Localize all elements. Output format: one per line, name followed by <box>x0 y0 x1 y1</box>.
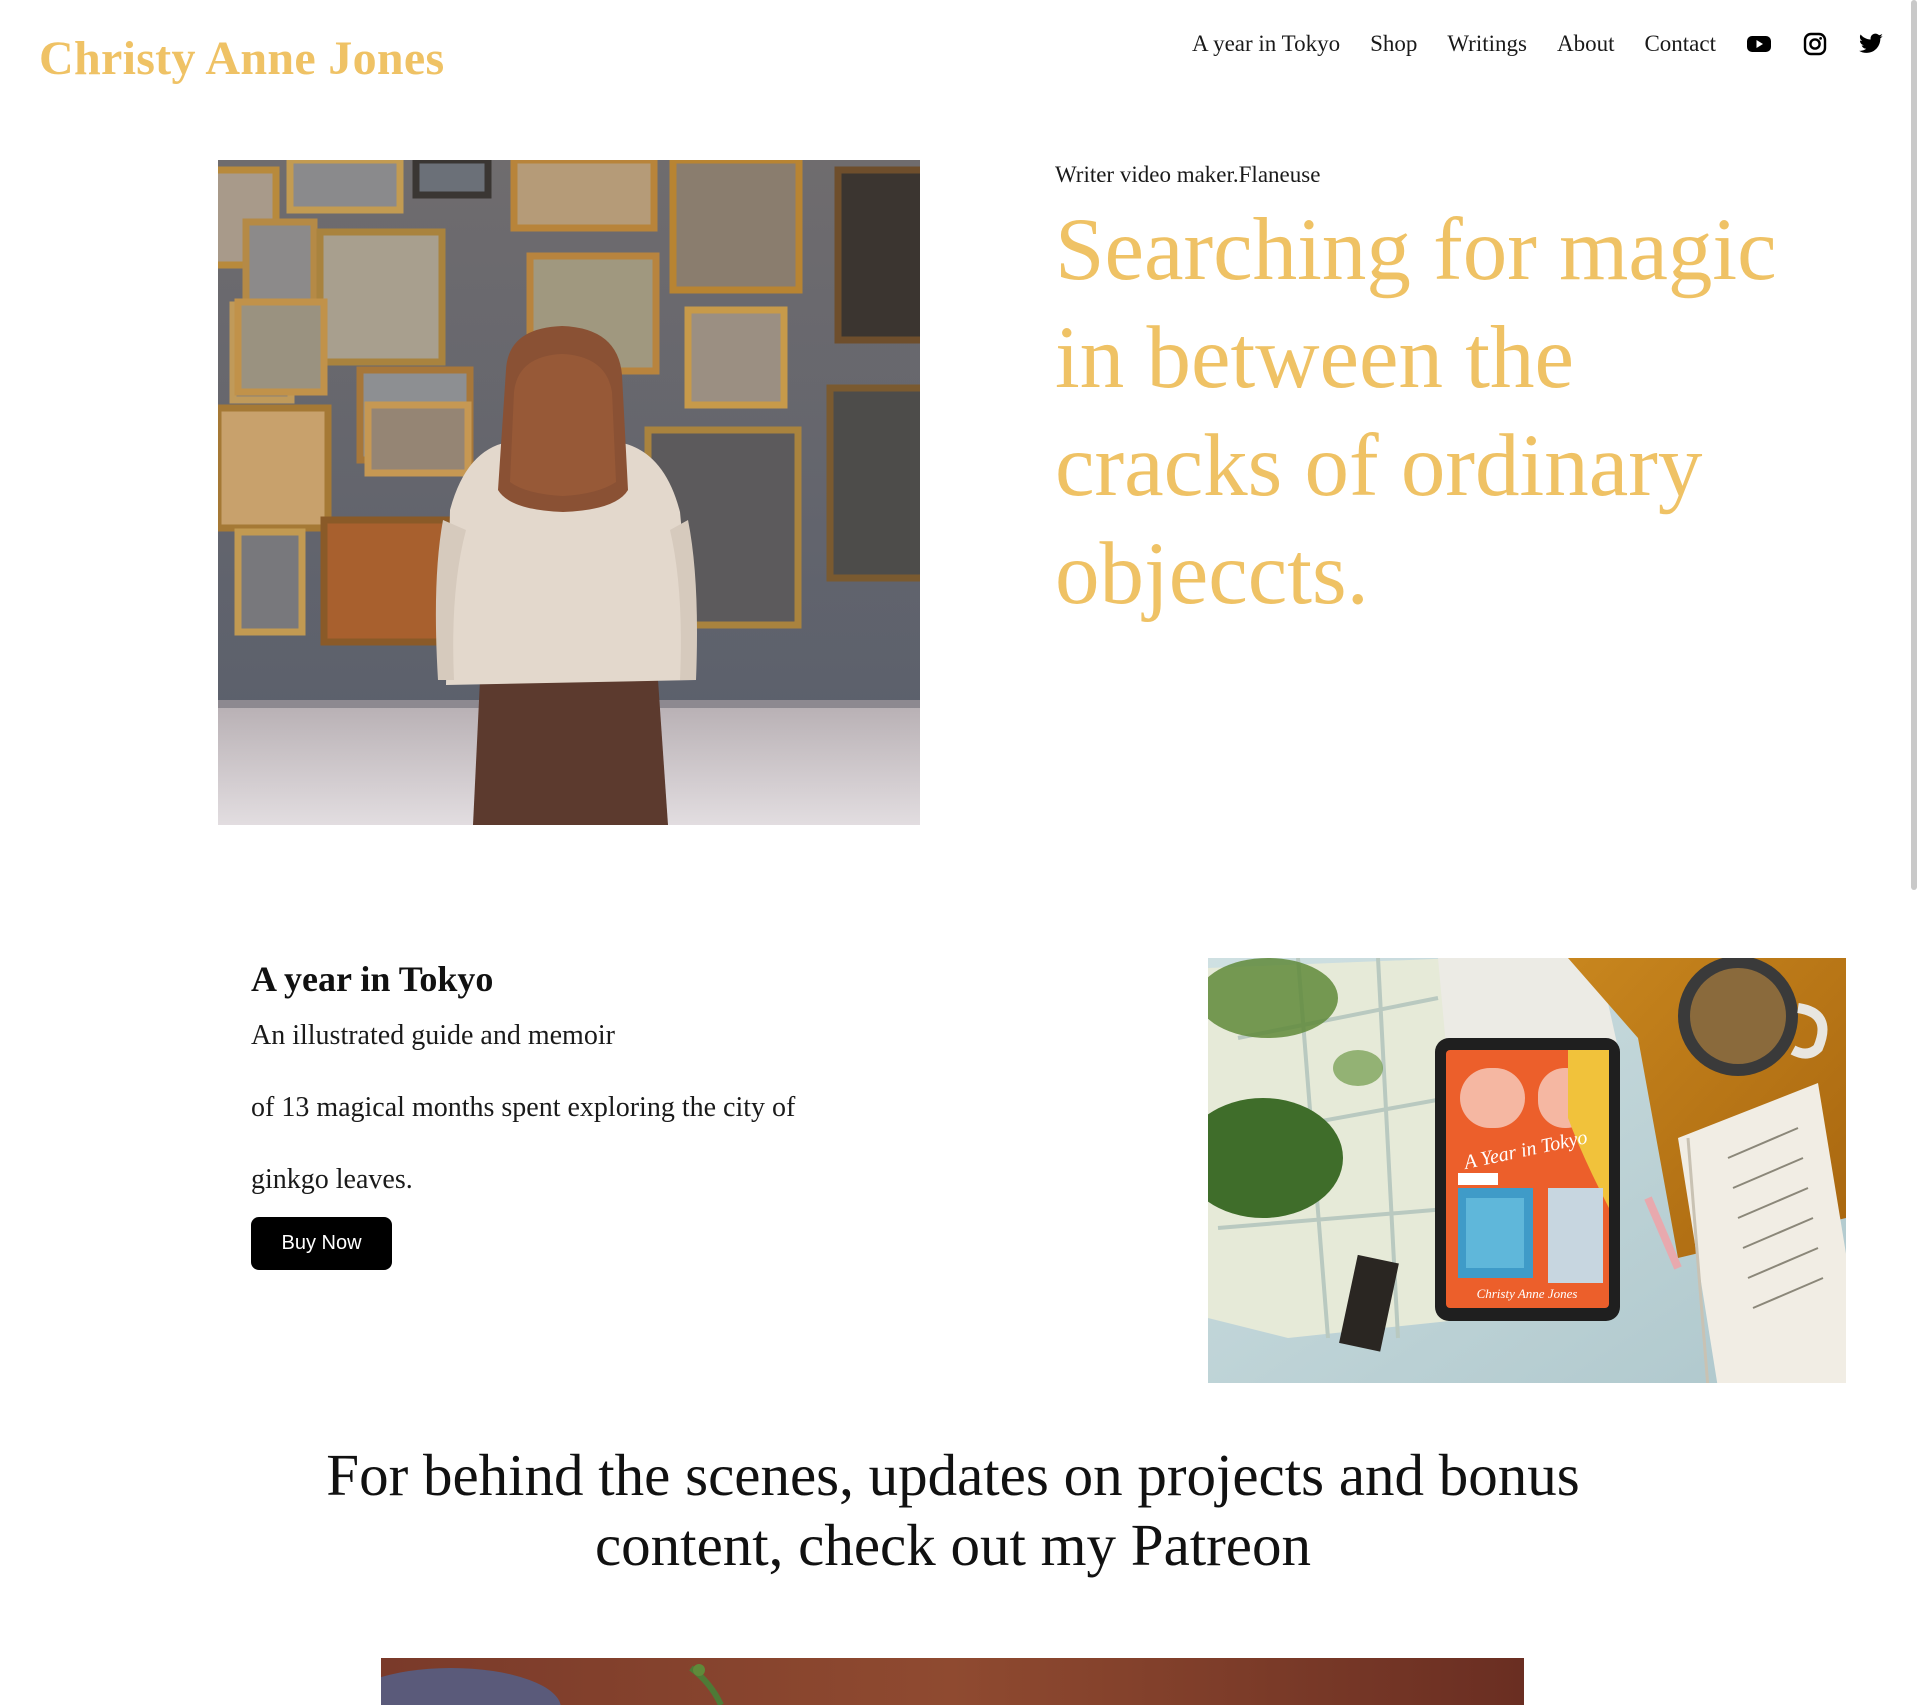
hero-text: Writer video maker.Flaneuse Searching fo… <box>1055 160 1815 628</box>
nav-link-writings[interactable]: Writings <box>1447 28 1527 60</box>
page-scrollbar[interactable] <box>1906 0 1920 1705</box>
feature-desc-line: An illustrated guide and memoir <box>251 1020 615 1051</box>
nav-link-contact[interactable]: Contact <box>1644 28 1716 60</box>
hero-headline: Searching for magic in between the crack… <box>1055 201 1777 623</box>
site-title-link[interactable]: Christy Anne Jones <box>39 26 444 92</box>
book-tablet-image: A Year in Tokyo Christy Anne Jones <box>1208 958 1846 1383</box>
nav-link-shop[interactable]: Shop <box>1370 28 1417 60</box>
instagram-icon[interactable] <box>1802 31 1828 57</box>
book-cover-author: Christy Anne Jones <box>1477 1286 1578 1301</box>
hero-subtitle: Writer video maker.Flaneuse <box>1055 162 1321 187</box>
nav-link-a-year-in-tokyo[interactable]: A year in Tokyo <box>1192 28 1340 60</box>
feature-desc-line: of 13 magical months spent exploring the… <box>251 1092 796 1123</box>
patreon-heading: For behind the scenes, updates on projec… <box>326 1442 1580 1578</box>
site-header: Christy Anne Jones A year in Tokyo Shop … <box>0 0 1920 110</box>
buy-now-button[interactable]: Buy Now <box>251 1217 392 1270</box>
feature-desc-line: ginkgo leaves. <box>251 1164 413 1195</box>
scrollbar-thumb[interactable] <box>1911 0 1917 890</box>
nav-link-about[interactable]: About <box>1557 28 1615 60</box>
feature-title: A year in Tokyo <box>251 959 494 999</box>
feature-description: An illustrated guide and memoir of 13 ma… <box>251 1016 871 1232</box>
patreon-image <box>381 1658 1524 1705</box>
main-nav: A year in Tokyo Shop Writings About Cont… <box>1192 28 1884 60</box>
youtube-icon[interactable] <box>1746 31 1772 57</box>
hero-image-gallery-woman <box>218 160 920 825</box>
twitter-icon[interactable] <box>1858 31 1884 57</box>
